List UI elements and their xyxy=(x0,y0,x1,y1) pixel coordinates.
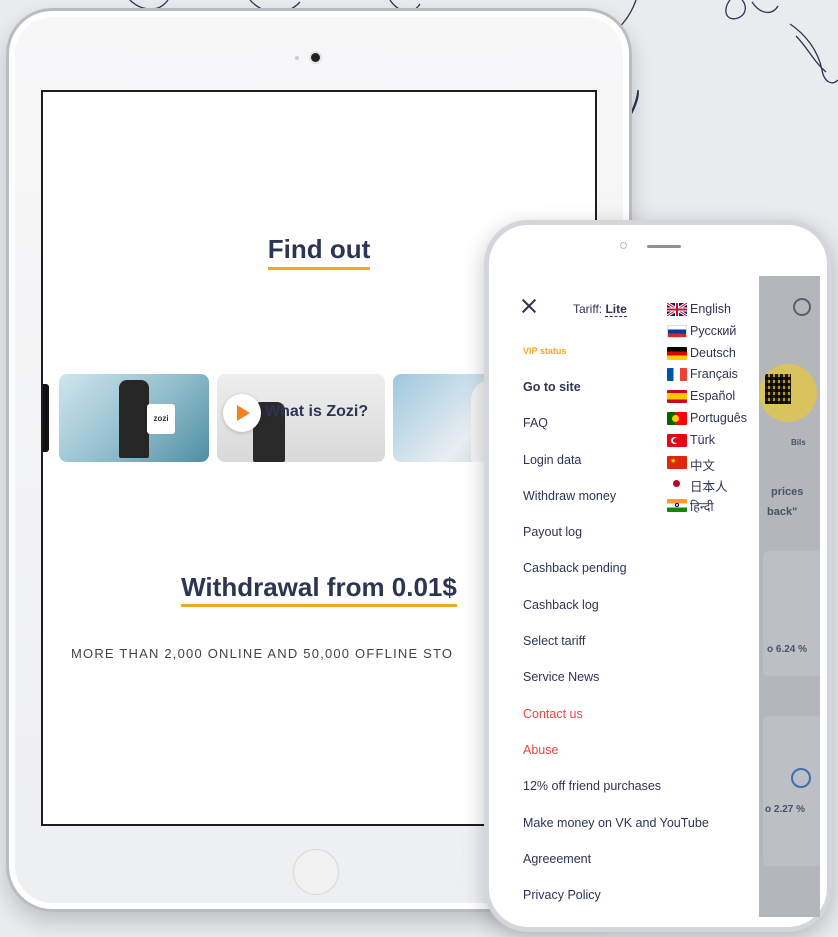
lang-label: Deutsch xyxy=(690,345,736,360)
phone-camera xyxy=(620,242,627,249)
lang-label: Français xyxy=(690,367,738,382)
portugal-flag-icon xyxy=(667,411,687,425)
search-icon xyxy=(793,298,811,316)
stores-tagline: MORE THAN 2,000 ONLINE AND 50,000 OFFLIN… xyxy=(71,646,454,661)
carousel-prev-tab[interactable] xyxy=(43,384,49,452)
tablet-home-button[interactable] xyxy=(293,849,339,895)
lang-turkish[interactable]: Türk xyxy=(667,433,747,455)
menu-item-contact-us[interactable]: Contact us xyxy=(523,707,709,743)
phone-screen: Bils prices back" o 6.24 % o 2.27 % Tari… xyxy=(509,276,820,917)
menu-item-service-news[interactable]: Service News xyxy=(523,670,709,706)
phone-device: Bils prices back" o 6.24 % o 2.27 % Tari… xyxy=(484,220,832,932)
uk-flag-icon xyxy=(667,303,687,316)
tariff-indicator[interactable]: Tariff: Lite xyxy=(573,302,627,317)
bg-card xyxy=(763,716,820,866)
qr-code-avatar xyxy=(759,364,817,422)
lang-chinese[interactable]: ★ 中文 xyxy=(667,455,747,477)
bg-percent-1: o 6.24 % xyxy=(767,644,808,655)
zozi-bag: zozi xyxy=(147,404,175,434)
person-figure xyxy=(119,380,149,458)
menu-item-vk-youtube[interactable]: Make money on VK and YouTube xyxy=(523,816,709,852)
menu-item-select-tariff[interactable]: Select tariff xyxy=(523,634,709,670)
tariff-label: Tariff: xyxy=(573,302,606,316)
menu-item-abuse[interactable]: Abuse xyxy=(523,743,709,779)
lang-german[interactable]: Deutsch xyxy=(667,346,747,368)
tariff-value: Lite xyxy=(605,302,627,317)
video-title: What is Zozi? xyxy=(265,403,369,420)
lang-spanish[interactable]: Español xyxy=(667,389,747,411)
lang-label: Português xyxy=(690,410,747,425)
bg-prices-text: prices xyxy=(771,486,804,498)
bg-percent-2: o 2.27 % xyxy=(765,804,806,815)
lang-russian[interactable]: Русский xyxy=(667,324,747,346)
bg-card xyxy=(763,551,820,676)
menu-item-friend-purchases[interactable]: 12% off friend purchases xyxy=(523,779,709,815)
lang-label: 日本人 xyxy=(690,480,728,495)
tablet-camera xyxy=(311,53,320,62)
language-list: English Русский Deutsch Français Español xyxy=(667,302,747,520)
lang-label: English xyxy=(690,302,731,316)
bg-bils-label: Bils xyxy=(791,438,806,447)
lang-label: Español xyxy=(690,389,736,404)
play-icon[interactable] xyxy=(223,394,261,432)
globe-icon xyxy=(791,768,811,788)
close-icon[interactable] xyxy=(521,298,537,314)
side-menu: Tariff: Lite VIP status Go to site FAQ L… xyxy=(509,276,759,917)
china-flag-icon: ★ xyxy=(667,455,687,469)
lang-portuguese[interactable]: Português xyxy=(667,411,747,433)
lang-label: Türk xyxy=(690,432,715,447)
lang-hindi[interactable]: हिन्दी xyxy=(667,498,747,520)
video-thumbnail-1[interactable]: zozi xyxy=(59,374,209,462)
phone-speaker xyxy=(647,245,681,248)
bg-back-text: back" xyxy=(767,506,798,518)
lang-label: Русский xyxy=(690,323,737,338)
menu-item-cashback-log[interactable]: Cashback log xyxy=(523,598,709,634)
tablet-sensor xyxy=(295,56,299,60)
withdrawal-text: Withdrawal from 0.01$ xyxy=(181,572,457,607)
spain-flag-icon xyxy=(667,390,687,404)
menu-item-cashback-pending[interactable]: Cashback pending xyxy=(523,561,709,597)
india-flag-icon xyxy=(667,499,687,513)
france-flag-icon xyxy=(667,368,687,382)
find-out-text: Find out xyxy=(267,234,371,270)
lang-label: 中文 xyxy=(690,458,716,473)
menu-item-privacy-policy[interactable]: Privacy Policy xyxy=(523,888,709,917)
lang-japanese[interactable]: 日本人 xyxy=(667,476,747,498)
turkey-flag-icon xyxy=(667,433,687,447)
lang-english[interactable]: English xyxy=(667,302,747,324)
lang-french[interactable]: Français xyxy=(667,367,747,389)
menu-item-agreement[interactable]: Agreeement xyxy=(523,852,709,888)
lang-label: हिन्दी xyxy=(690,500,714,515)
germany-flag-icon xyxy=(667,346,687,360)
menu-item-payout-log[interactable]: Payout log xyxy=(523,525,709,561)
russia-flag-icon xyxy=(667,324,687,338)
japan-flag-icon xyxy=(667,477,687,491)
vip-status-link[interactable]: VIP status xyxy=(523,346,566,356)
